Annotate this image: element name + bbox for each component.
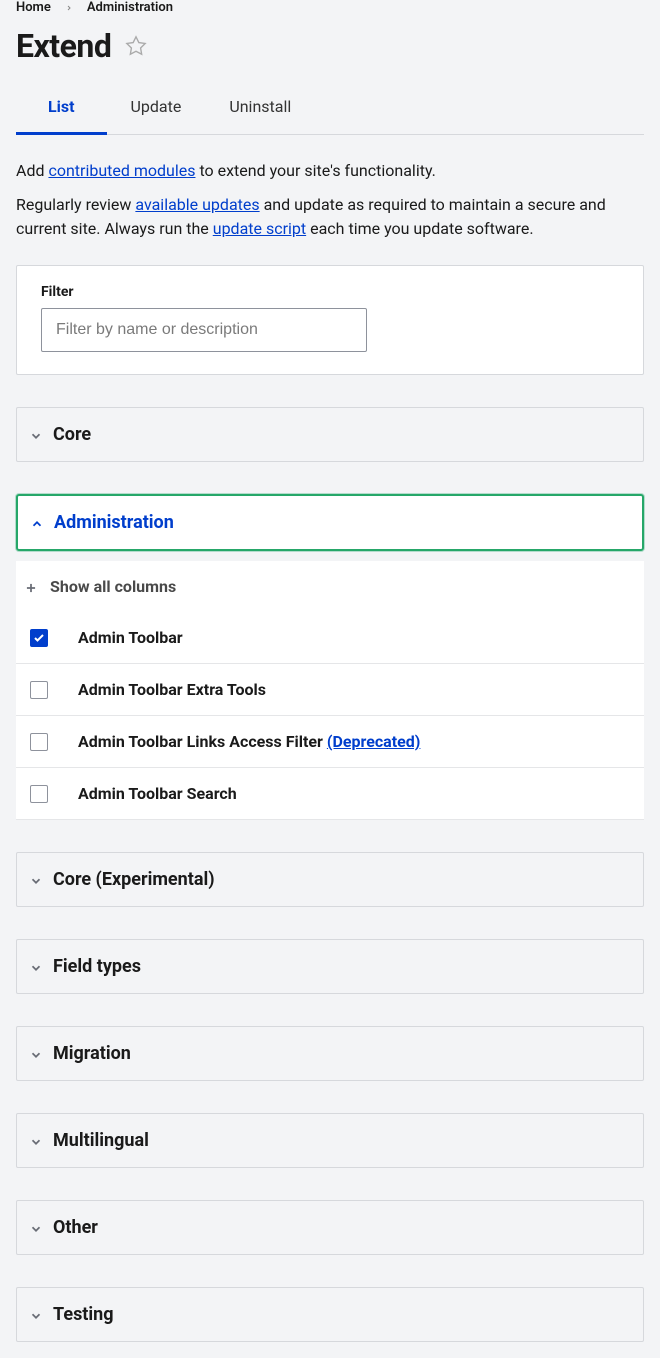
chevron-down-icon: [29, 1308, 43, 1322]
chevron-down-icon: [29, 1134, 43, 1148]
deprecated-link[interactable]: (Deprecated): [327, 732, 421, 751]
breadcrumb-home[interactable]: Home: [16, 0, 51, 15]
section-header-core[interactable]: Core: [17, 408, 643, 461]
chevron-down-icon: [29, 428, 43, 442]
module-checkbox[interactable]: [30, 681, 48, 699]
module-name: Admin Toolbar Extra Tools: [78, 680, 266, 699]
page-title-row: Extend: [16, 27, 644, 65]
chevron-right-icon: [65, 1, 73, 15]
section-migration: Migration: [16, 1026, 644, 1081]
tab-list[interactable]: List: [16, 83, 107, 135]
module-name: Admin Toolbar Links Access Filter (Depre…: [78, 732, 420, 751]
section-field-types: Field types: [16, 939, 644, 994]
module-checkbox[interactable]: [30, 629, 48, 647]
show-all-columns-toggle[interactable]: Show all columns: [16, 561, 644, 612]
page-title: Extend: [16, 27, 111, 65]
section-administration: Administration: [16, 494, 644, 551]
intro-text-3: Regularly review: [16, 195, 135, 214]
filter-input[interactable]: [41, 308, 367, 352]
breadcrumb: Home Administration: [16, 0, 644, 15]
module-row: Admin Toolbar Search: [16, 768, 644, 820]
contributed-modules-link[interactable]: contributed modules: [48, 161, 195, 180]
section-title: Multilingual: [53, 1130, 149, 1151]
filter-label: Filter: [41, 284, 619, 300]
section-title: Migration: [53, 1043, 131, 1064]
section-header-core-experimental[interactable]: Core (Experimental): [17, 853, 643, 906]
filter-box: Filter: [16, 265, 644, 375]
section-core-experimental: Core (Experimental): [16, 852, 644, 907]
module-checkbox[interactable]: [30, 733, 48, 751]
available-updates-link[interactable]: available updates: [135, 195, 259, 214]
module-name: Admin Toolbar: [78, 628, 183, 647]
section-header-other[interactable]: Other: [17, 1201, 643, 1254]
chevron-down-icon: [29, 873, 43, 887]
section-header-multilingual[interactable]: Multilingual: [17, 1114, 643, 1167]
tab-update[interactable]: Update: [107, 83, 206, 134]
section-header-administration[interactable]: Administration: [18, 496, 642, 549]
chevron-down-icon: [29, 960, 43, 974]
section-header-field-types[interactable]: Field types: [17, 940, 643, 993]
module-name-text: Admin Toolbar Links Access Filter: [78, 732, 327, 751]
breadcrumb-current: Administration: [87, 0, 173, 15]
section-other: Other: [16, 1200, 644, 1255]
module-checkbox[interactable]: [30, 785, 48, 803]
intro-text-2: to extend your site's functionality.: [195, 161, 435, 180]
chevron-down-icon: [29, 1221, 43, 1235]
module-name: Admin Toolbar Search: [78, 784, 237, 803]
section-testing: Testing: [16, 1287, 644, 1342]
chevron-up-icon: [30, 516, 44, 530]
module-row: Admin Toolbar: [16, 612, 644, 664]
tabs: List Update Uninstall: [16, 83, 644, 135]
plus-icon: [24, 580, 38, 594]
show-all-columns-label: Show all columns: [50, 577, 176, 596]
section-title: Testing: [53, 1304, 114, 1325]
section-core: Core: [16, 407, 644, 462]
section-title: Other: [53, 1217, 98, 1238]
section-title: Administration: [54, 512, 174, 533]
module-list: Show all columns Admin Toolbar Admin Too…: [16, 561, 644, 820]
chevron-down-icon: [29, 1047, 43, 1061]
module-row: Admin Toolbar Links Access Filter (Depre…: [16, 716, 644, 768]
module-row: Admin Toolbar Extra Tools: [16, 664, 644, 716]
section-title: Field types: [53, 956, 141, 977]
section-header-migration[interactable]: Migration: [17, 1027, 643, 1080]
intro-text-5: each time you update software.: [306, 219, 533, 238]
tab-uninstall[interactable]: Uninstall: [205, 83, 315, 134]
intro-text: Add contributed modules to extend your s…: [16, 159, 644, 241]
section-title: Core (Experimental): [53, 869, 215, 890]
intro-text-1: Add: [16, 161, 48, 180]
star-icon[interactable]: [125, 35, 147, 57]
section-multilingual: Multilingual: [16, 1113, 644, 1168]
section-header-testing[interactable]: Testing: [17, 1288, 643, 1341]
update-script-link[interactable]: update script: [213, 219, 306, 238]
section-title: Core: [53, 424, 91, 445]
